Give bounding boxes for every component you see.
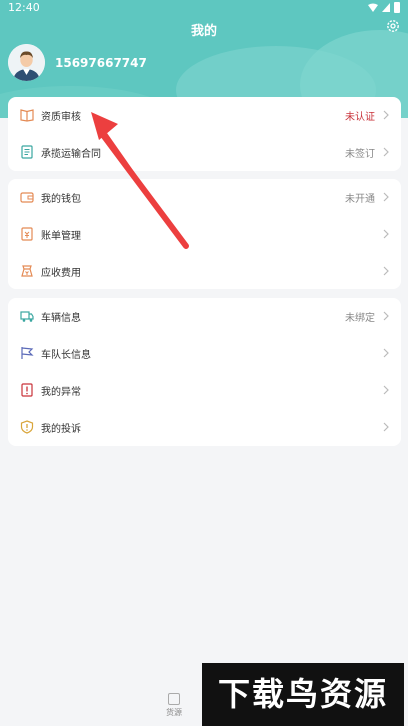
status-bar: 12:40 [0, 0, 408, 16]
exception-icon [21, 383, 33, 397]
chevron-right-icon [383, 266, 389, 276]
list-item-qualification-review[interactable]: 资质审核 未认证 [8, 97, 401, 134]
list-item-label: 我的钱包 [41, 194, 81, 205]
avatar-icon [8, 44, 45, 81]
chevron-right-icon [383, 192, 389, 202]
page-title: 我的 [190, 24, 217, 39]
status-badge: 未开通 [345, 194, 375, 205]
chevron-right-icon [383, 422, 389, 432]
status-badge: 未认证 [345, 112, 375, 123]
list-item-label: 车辆信息 [41, 313, 81, 324]
list-item-receivables[interactable]: 应收费用 [8, 253, 401, 290]
list-item-fleet-leader[interactable]: 车队长信息 [8, 335, 401, 372]
list-item-my-exceptions[interactable]: 我的异常 [8, 372, 401, 409]
chevron-right-icon [383, 311, 389, 321]
list-item-label: 应收费用 [41, 268, 81, 279]
user-phone: 15697667747 [55, 56, 147, 70]
status-badge: 未签订 [345, 149, 375, 160]
chevron-right-icon [383, 229, 389, 239]
book-icon [20, 109, 34, 122]
wallet-icon [20, 192, 34, 203]
list-item-label: 我的投诉 [41, 424, 81, 435]
tab-label: 货源 [166, 708, 182, 717]
signal-icon [382, 3, 390, 12]
list-item-bill-management[interactable]: 账单管理 [8, 216, 401, 253]
gear-icon[interactable] [385, 18, 401, 34]
chevron-right-icon [383, 385, 389, 395]
system-icons [368, 2, 400, 13]
flag-icon [21, 347, 34, 359]
finance-card: 我的钱包 未开通 账单管理 应收费用 [8, 179, 401, 289]
list-item-transport-contract[interactable]: 承揽运输合同 未签订 [8, 134, 401, 171]
certification-card: 资质审核 未认证 承揽运输合同 未签订 [8, 97, 401, 171]
chevron-right-icon [383, 348, 389, 358]
goods-source-icon [168, 693, 180, 705]
battery-icon [394, 2, 400, 13]
list-item-label: 承揽运输合同 [41, 149, 101, 160]
watermark: 下载鸟资源 [202, 663, 404, 726]
list-item-label: 账单管理 [41, 231, 81, 242]
avatar[interactable] [8, 44, 45, 81]
status-badge: 未绑定 [345, 313, 375, 324]
wifi-icon [368, 3, 378, 12]
tab-goods-source[interactable]: 货源 [154, 693, 194, 718]
list-item-label: 资质审核 [41, 112, 81, 123]
list-item-vehicle-info[interactable]: 车辆信息 未绑定 [8, 298, 401, 335]
list-item-wallet[interactable]: 我的钱包 未开通 [8, 179, 401, 216]
truck-icon [20, 311, 34, 322]
list-item-my-complaints[interactable]: 我的投诉 [8, 409, 401, 446]
vehicle-card: 车辆信息 未绑定 车队长信息 我的异常 我的投诉 [8, 298, 401, 446]
chevron-right-icon [383, 147, 389, 157]
list-item-label: 车队长信息 [41, 350, 91, 361]
complaint-icon [20, 420, 34, 434]
contract-icon [21, 145, 33, 159]
bill-icon [21, 227, 33, 241]
chevron-right-icon [383, 110, 389, 120]
list-item-label: 我的异常 [41, 387, 81, 398]
status-time: 12:40 [8, 1, 40, 14]
receivable-icon [21, 265, 33, 277]
